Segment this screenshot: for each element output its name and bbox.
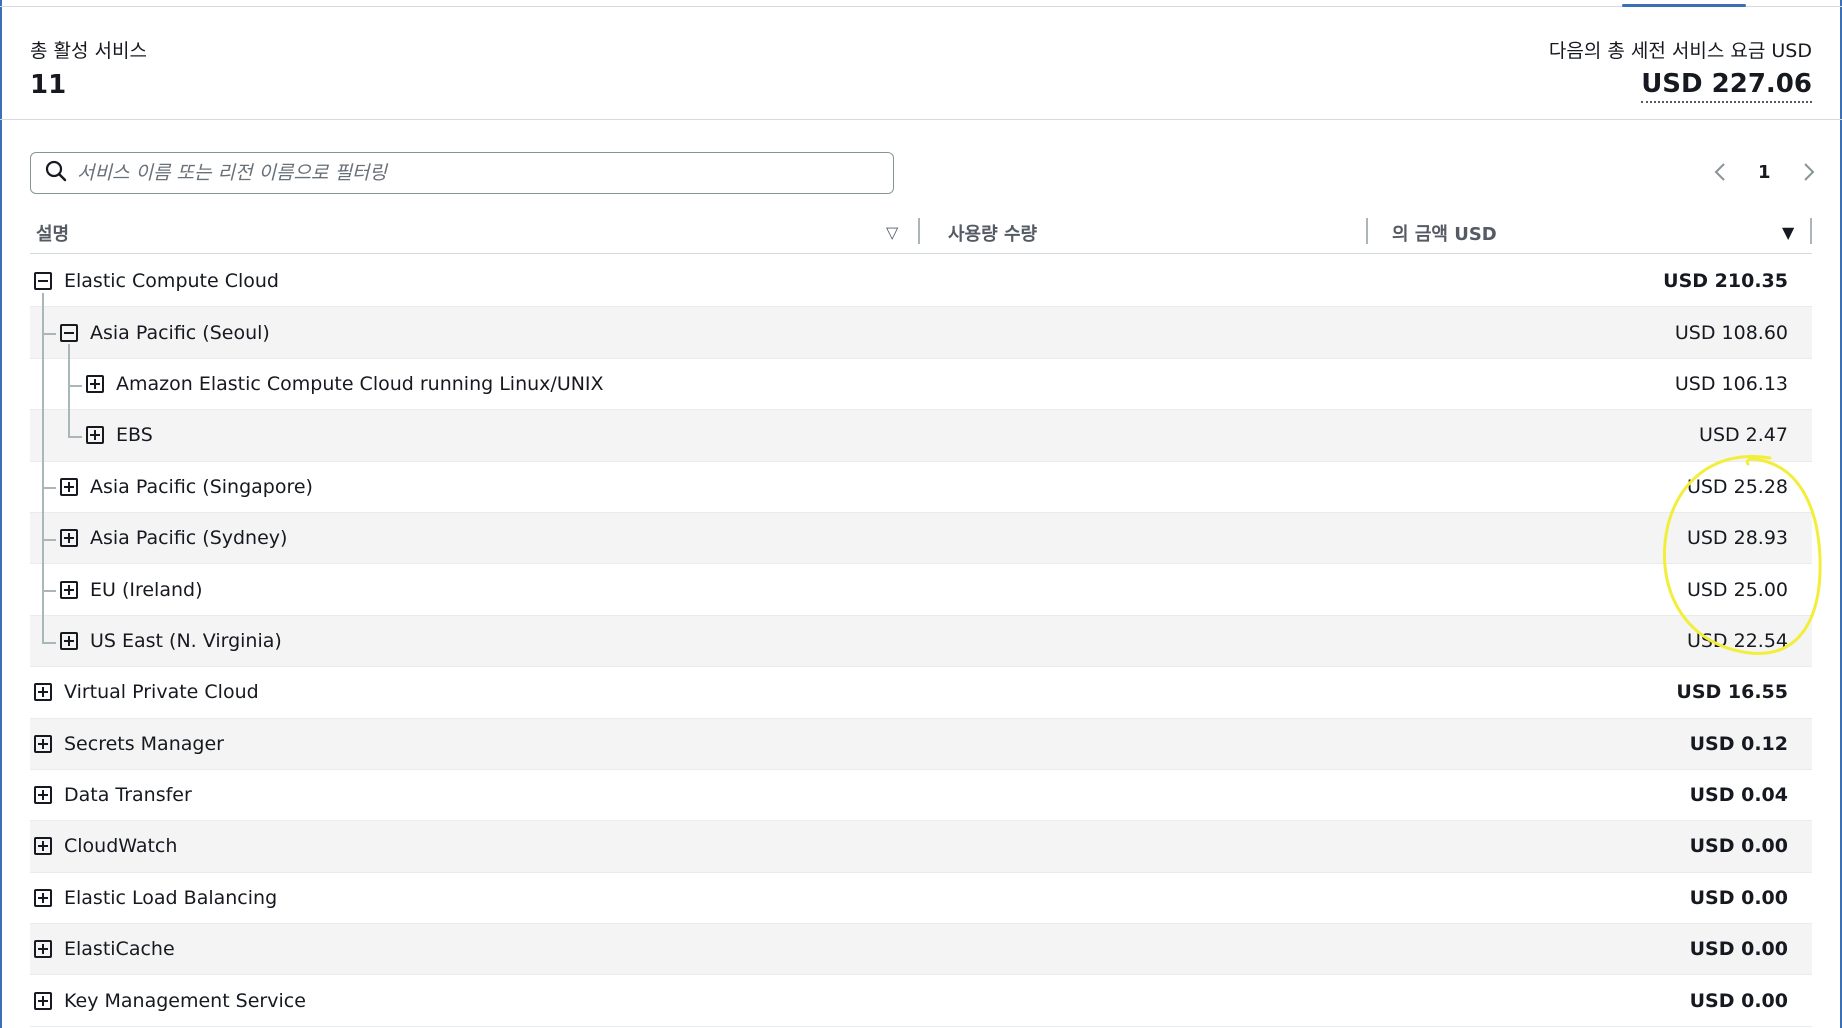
search-input[interactable] [77, 162, 857, 184]
row-amount: USD 0.00 [1689, 989, 1788, 1012]
row-amount: USD 0.04 [1689, 784, 1788, 807]
active-tab-indicator [1622, 4, 1746, 7]
row-amount: USD 2.47 [1699, 424, 1788, 447]
row-amount: USD 25.00 [1686, 578, 1788, 601]
total-charge-label: 다음의 총 세전 서비스 요금 USD [1548, 40, 1812, 62]
column-resizer[interactable] [1810, 218, 1812, 244]
row-amount: USD 16.55 [1676, 681, 1788, 704]
expand-icon[interactable] [60, 477, 78, 496]
column-header-amount[interactable]: 의 금액 USD [1392, 220, 1497, 246]
table-row[interactable]: Amazon Elastic Compute Cloud running Lin… [30, 359, 1812, 411]
table-row[interactable]: Data Transfer USD 0.04 [30, 770, 1812, 822]
table-row[interactable]: Asia Pacific (Seoul) USD 108.60 [30, 307, 1812, 359]
tree-connector [42, 538, 56, 541]
table-row[interactable]: EU (Ireland) USD 25.00 [30, 564, 1812, 616]
row-label: Elastic Compute Cloud [64, 270, 279, 293]
top-divider [0, 6, 1842, 7]
tree-connector [68, 435, 82, 438]
row-label: EBS [116, 424, 153, 447]
total-charge-value[interactable]: USD 227.06 [1641, 70, 1812, 103]
expand-icon[interactable] [60, 631, 78, 650]
chevron-left-icon[interactable] [1712, 160, 1728, 184]
tree-connector [68, 344, 70, 437]
sort-descending-outline-icon[interactable]: ▽ [886, 223, 898, 242]
table-row[interactable]: Asia Pacific (Sydney) USD 28.93 [30, 512, 1812, 565]
table-row[interactable]: Elastic Load Balancing USD 0.00 [30, 873, 1812, 925]
row-amount: USD 210.35 [1663, 270, 1788, 293]
active-services-value: 11 [30, 70, 67, 100]
row-label: Key Management Service [64, 989, 306, 1012]
search-box[interactable] [30, 152, 894, 194]
expand-icon[interactable] [86, 426, 104, 445]
table-header: 설명 ▽ 사용량 수량 의 금액 USD ▼ [30, 210, 1812, 254]
sort-descending-icon[interactable]: ▼ [1782, 223, 1794, 242]
row-label: CloudWatch [64, 835, 178, 858]
search-icon [45, 160, 67, 186]
row-label: Elastic Load Balancing [64, 886, 278, 909]
page-number[interactable]: 1 [1758, 162, 1771, 183]
column-resizer[interactable] [1366, 218, 1368, 244]
row-label: Secrets Manager [64, 732, 224, 755]
expand-icon[interactable] [60, 580, 78, 599]
row-label: Data Transfer [64, 784, 192, 807]
active-services-label: 총 활성 서비스 [30, 40, 147, 62]
expand-icon[interactable] [34, 991, 52, 1010]
tree-connector [68, 384, 82, 387]
table-row[interactable]: Secrets Manager USD 0.12 [30, 718, 1812, 770]
tree-connector [42, 641, 56, 644]
table-row[interactable]: Asia Pacific (Singapore) USD 25.28 [30, 462, 1812, 513]
table-row[interactable]: ElastiCache USD 0.00 [30, 924, 1812, 976]
row-label: Asia Pacific (Seoul) [90, 321, 270, 344]
row-label: Virtual Private Cloud [64, 681, 259, 704]
expand-icon[interactable] [34, 837, 52, 856]
row-amount: USD 0.00 [1689, 886, 1788, 909]
table-row[interactable]: CloudWatch USD 0.00 [30, 821, 1812, 873]
collapse-icon[interactable] [60, 323, 78, 342]
tree-connector [42, 333, 56, 336]
expand-icon[interactable] [86, 374, 104, 393]
row-amount: USD 0.00 [1689, 835, 1788, 858]
tree-connector [42, 590, 56, 593]
row-label: ElastiCache [64, 938, 175, 961]
table-body: Elastic Compute Cloud USD 210.35 Asia Paci… [30, 256, 1812, 1027]
chevron-right-icon[interactable] [1801, 160, 1817, 184]
table-row[interactable]: Virtual Private Cloud USD 16.55 [30, 667, 1812, 719]
table-row[interactable]: Key Management Service USD 0.00 [30, 975, 1812, 1027]
row-amount: USD 0.12 [1689, 732, 1788, 755]
expand-icon[interactable] [34, 683, 52, 702]
row-amount: USD 25.28 [1686, 475, 1788, 498]
row-label: Asia Pacific (Sydney) [90, 527, 288, 550]
row-amount: USD 28.93 [1686, 527, 1788, 550]
row-label: Amazon Elastic Compute Cloud running Lin… [116, 372, 604, 395]
column-header-description[interactable]: 설명 [36, 220, 69, 246]
expand-icon[interactable] [34, 734, 52, 753]
tree-connector [42, 487, 56, 490]
expand-icon[interactable] [60, 529, 78, 548]
row-amount: USD 0.00 [1689, 938, 1788, 961]
expand-icon[interactable] [34, 888, 52, 907]
expand-icon[interactable] [34, 940, 52, 959]
row-label: US East (N. Virginia) [90, 629, 282, 652]
column-resizer[interactable] [918, 218, 920, 244]
table-row[interactable]: Elastic Compute Cloud USD 210.35 [30, 256, 1812, 308]
row-label: EU (Ireland) [90, 578, 203, 601]
summary-divider [0, 119, 1842, 120]
table-row[interactable]: EBS USD 2.47 [30, 410, 1812, 462]
row-label: Asia Pacific (Singapore) [90, 475, 313, 498]
table-row[interactable]: US East (N. Virginia) USD 22.54 [30, 615, 1812, 668]
row-amount: USD 22.54 [1686, 629, 1788, 652]
collapse-icon[interactable] [34, 272, 52, 291]
pagination: 1 [1712, 160, 1817, 184]
column-header-usage[interactable]: 사용량 수량 [948, 220, 1037, 246]
expand-icon[interactable] [34, 786, 52, 805]
row-amount: USD 106.13 [1674, 372, 1788, 395]
row-amount: USD 108.60 [1674, 321, 1788, 344]
